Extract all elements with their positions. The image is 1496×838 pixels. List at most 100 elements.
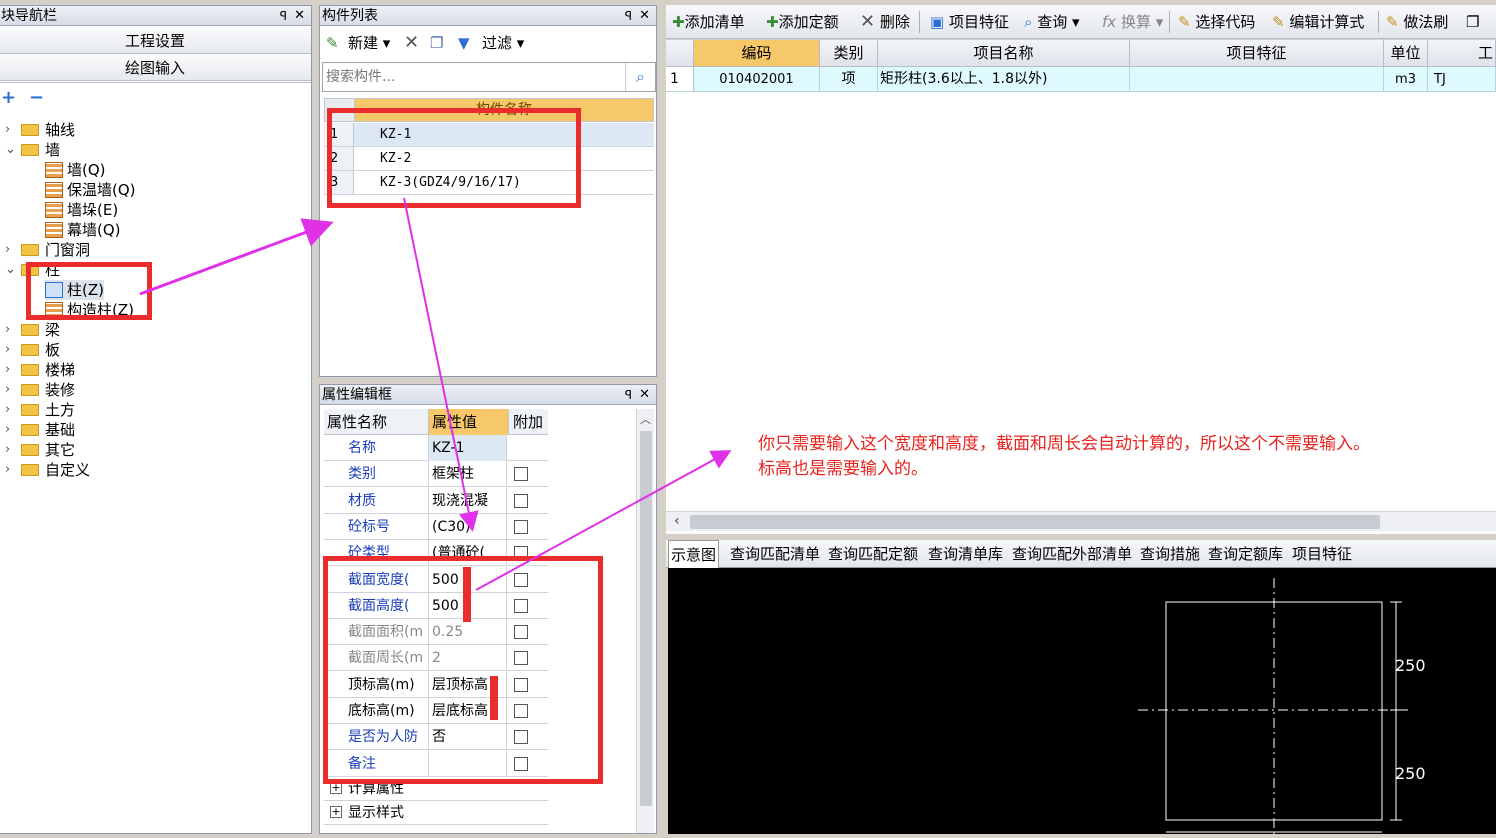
extra-checkbox[interactable] [514,519,528,534]
tree-item[interactable]: › 梁 [5,320,60,340]
drawing-input-button[interactable]: 绘图输入 [0,55,311,81]
tree-item[interactable]: › 自定义 [5,460,90,480]
delete-icon[interactable]: ✕ [404,30,419,56]
folder-icon [21,243,39,256]
tree-item[interactable]: › 楼梯 [5,360,75,380]
item-name-cell[interactable]: 矩形柱(3.6以上、1.8以外) [878,67,1130,92]
chevron-right-icon[interactable]: › [5,380,17,400]
chevron-right-icon[interactable]: › [5,400,17,420]
scroll-left-icon[interactable]: ‹ [674,513,680,529]
chevron-down-icon[interactable]: ⌄ [5,140,17,160]
scroll-thumb[interactable] [640,431,652,806]
annotation-line-1: 你只需要输入这个宽度和高度，截面和周长会自动计算的，所以这个不需要输入。 [758,434,1370,454]
bottom-tab[interactable]: 示意图 [668,540,720,568]
property-scrollbar[interactable]: ︿ [636,409,654,833]
property-value[interactable]: 框架柱 [429,461,507,488]
search-icon[interactable]: ⌕ [625,63,655,91]
pin-icon[interactable]: ꟼ [625,385,632,405]
delete-button[interactable]: ✕ 删除 [860,5,910,39]
property-value[interactable]: 现浇混凝 [429,487,507,514]
property-row[interactable]: 材质 现浇混凝 [324,487,548,514]
expand-icon[interactable]: + [330,805,342,818]
tree-item[interactable]: › 门窗洞 [5,240,90,260]
expr-header[interactable]: 工 [1428,40,1496,67]
edit-formula-button[interactable]: ✎ 编辑计算式 [1272,5,1364,39]
search-icon: ⌕ [1024,13,1033,31]
item-name-header[interactable]: 项目名称 [878,40,1130,67]
type-cell[interactable]: 项 [820,67,878,92]
tree-item[interactable]: › 轴线 [5,120,75,140]
pin-icon[interactable]: ꟼ [280,6,287,26]
scroll-up-icon[interactable]: ︿ [640,411,651,427]
item-feature-header[interactable]: 项目特征 [1130,40,1384,67]
copy-icon[interactable]: ❐ [430,30,443,56]
add-list-button[interactable]: ✚添加清单 [672,5,745,39]
extra-checkbox[interactable] [514,493,528,508]
tree-item-label: 轴线 [45,121,76,139]
more-icon[interactable]: ❐ [1466,5,1479,39]
tree-item[interactable]: › 土方 [5,400,75,420]
bottom-tab[interactable]: 查询措施 [1140,540,1200,568]
close-icon[interactable]: ✕ [639,385,650,405]
bottom-tab[interactable]: 查询定额库 [1208,540,1283,568]
bottom-tab[interactable]: 查询清单库 [928,540,1003,568]
property-row[interactable]: 类别 框架柱 [324,461,548,488]
pin-icon[interactable]: ꟼ [625,6,632,26]
chevron-right-icon[interactable]: › [5,340,17,360]
tree-item[interactable]: ⌄ 墙 [5,140,60,160]
filter-button[interactable]: 过滤 ▾ [482,30,524,56]
search-component-input[interactable]: 搜索构件... ⌕ [322,62,656,92]
select-code-button[interactable]: ✎ 选择代码 [1178,5,1255,39]
bottom-tab[interactable]: 查询匹配清单 [730,540,820,568]
tree-item[interactable]: 墙垛(E) [45,200,118,220]
bottom-tab[interactable]: 查询匹配外部清单 [1012,540,1132,568]
chevron-right-icon[interactable]: › [5,440,17,460]
tree-item[interactable]: › 基础 [5,420,75,440]
unit-cell[interactable]: m3 [1384,67,1428,92]
property-name: 名称 [324,435,429,461]
chevron-right-icon[interactable]: › [5,240,17,260]
close-icon[interactable]: ✕ [294,6,305,26]
property-name: 材质 [324,487,429,514]
collapse-all-icon[interactable]: − [29,89,45,107]
chevron-down-icon[interactable]: ⌄ [5,260,17,280]
tree-item[interactable]: › 板 [5,340,60,360]
chevron-right-icon[interactable]: › [5,360,17,380]
unit-header[interactable]: 单位 [1384,40,1428,67]
bottom-tab[interactable]: 项目特征 [1292,540,1352,568]
chevron-right-icon[interactable]: › [5,420,17,440]
property-value[interactable]: KZ-1 [429,435,507,461]
property-group[interactable]: + 显示样式 [324,801,548,825]
item-feature-button[interactable]: ▣ 项目特征 [930,5,1009,39]
tree-item[interactable]: 保温墙(Q) [45,180,136,200]
project-settings-button[interactable]: 工程设置 [0,28,311,54]
code-header[interactable]: 编码 [694,40,820,67]
scroll-thumb[interactable] [690,515,1380,529]
tree-item[interactable]: 墙(Q) [45,160,106,180]
tree-item[interactable]: › 装修 [5,380,75,400]
extra-checkbox[interactable] [514,467,528,482]
chevron-right-icon[interactable]: › [5,120,17,140]
fx-icon: fx [1102,13,1117,31]
property-value[interactable]: (C30) [429,513,507,540]
chevron-right-icon[interactable]: › [5,460,17,480]
code-cell[interactable]: 010402001 [694,67,820,92]
method-brush-button[interactable]: ✎ 做法刷 [1386,5,1448,39]
property-name: 类别 [324,461,429,488]
tree-item[interactable]: 幕墙(Q) [45,220,121,240]
expand-all-icon[interactable]: + [1,89,17,107]
query-button[interactable]: ⌕ 查询 ▾ [1024,5,1080,39]
convert-button[interactable]: fx 换算 ▾ [1102,5,1163,39]
close-icon[interactable]: ✕ [639,6,650,26]
property-row[interactable]: 砼标号 (C30) [324,513,548,540]
new-button[interactable]: 新建 ▾ [348,30,390,56]
type-header[interactable]: 类别 [820,40,878,67]
tree-item[interactable]: › 其它 [5,440,75,460]
item-feature-cell[interactable] [1130,67,1384,92]
add-quota-button[interactable]: ✚添加定额 [766,5,839,39]
bottom-tab[interactable]: 查询匹配定额 [828,540,918,568]
property-row[interactable]: 名称 KZ-1 [324,435,548,461]
horizontal-scrollbar[interactable]: ‹ [666,511,1496,531]
chevron-right-icon[interactable]: › [5,320,17,340]
expr-cell[interactable]: TJ [1428,67,1496,92]
